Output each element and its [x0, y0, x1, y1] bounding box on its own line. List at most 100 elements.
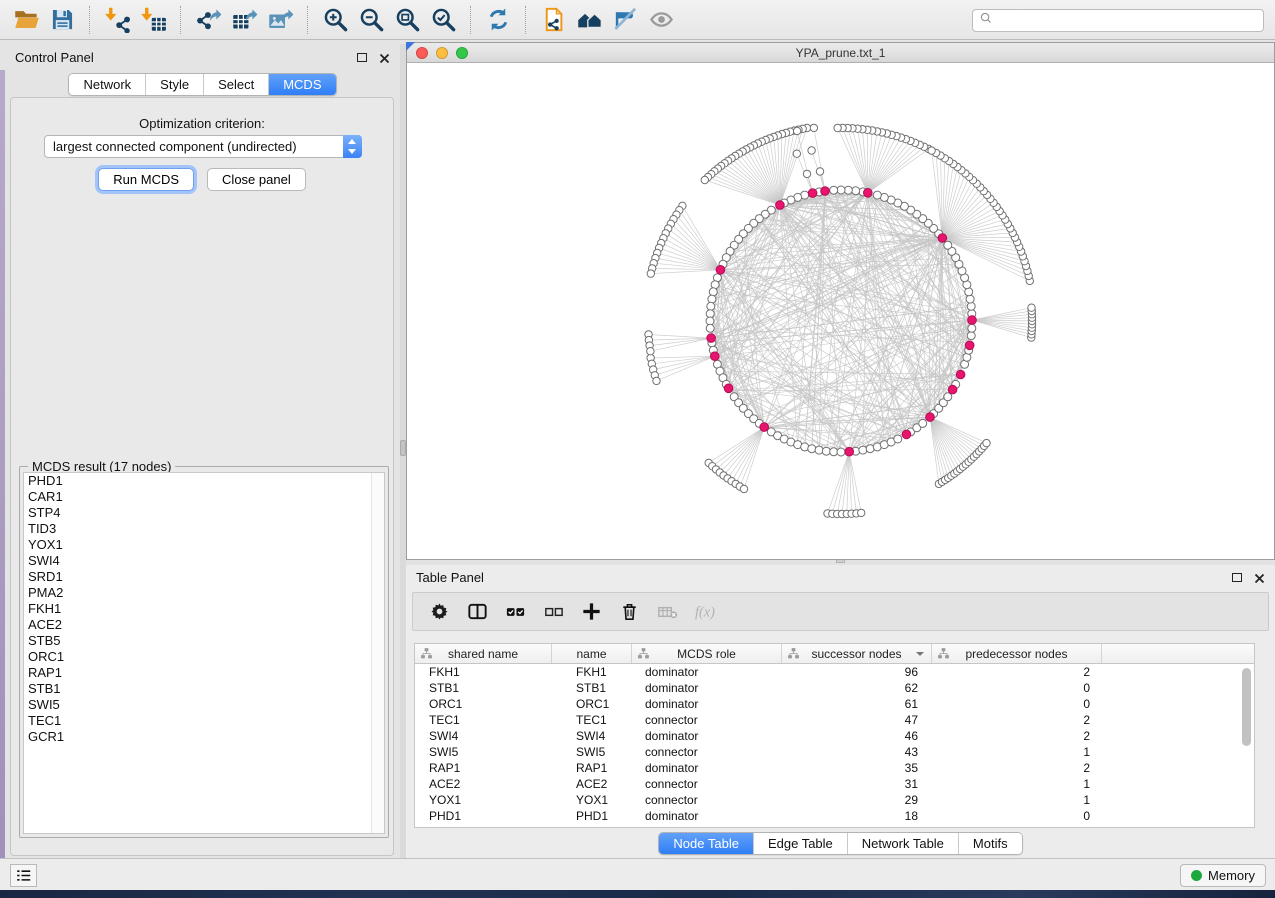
share-document-icon[interactable]	[535, 3, 571, 37]
network-node[interactable]	[944, 241, 952, 249]
list-item[interactable]: SWI5	[24, 697, 384, 713]
column-header-successor-nodes[interactable]: successor nodes	[782, 644, 932, 663]
export-network-icon[interactable]	[190, 3, 226, 37]
hide-labels-icon[interactable]	[607, 3, 643, 37]
refresh-layout-icon[interactable]	[480, 3, 516, 37]
select-all-icon[interactable]	[503, 600, 527, 624]
mcds-result-list[interactable]: PHD1CAR1STP4TID3YOX1SWI4SRD1PMA2FKH1ACE2…	[23, 472, 385, 834]
network-graph[interactable]	[407, 63, 1274, 559]
network-node[interactable]	[968, 324, 976, 332]
zoom-selected-icon[interactable]	[425, 3, 461, 37]
deselect-all-icon[interactable]	[541, 600, 565, 624]
list-item[interactable]: PMA2	[24, 585, 384, 601]
network-node[interactable]	[944, 393, 952, 401]
network-node[interactable]	[967, 332, 975, 340]
network-node[interactable]	[837, 448, 845, 456]
task-history-button[interactable]	[10, 864, 37, 887]
network-node[interactable]	[822, 447, 830, 455]
mcds-node[interactable]	[968, 316, 977, 325]
network-node[interactable]	[706, 310, 714, 318]
import-network-icon[interactable]	[99, 3, 135, 37]
network-node[interactable]	[707, 302, 715, 310]
zoom-in-icon[interactable]	[317, 3, 353, 37]
list-item[interactable]: ACE2	[24, 617, 384, 633]
list-item[interactable]: STP4	[24, 505, 384, 521]
add-entry-icon[interactable]	[579, 600, 603, 624]
zoom-out-icon[interactable]	[353, 3, 389, 37]
network-node[interactable]	[808, 147, 815, 154]
network-node[interactable]	[928, 147, 935, 154]
network-node[interactable]	[859, 446, 867, 454]
tab-edge-table[interactable]: Edge Table	[753, 833, 847, 854]
mcds-node[interactable]	[965, 341, 974, 350]
float-panel-icon[interactable]	[1232, 573, 1242, 582]
table-options-gear-icon[interactable]	[427, 600, 451, 624]
network-node[interactable]	[967, 302, 975, 310]
network-node[interactable]	[837, 186, 845, 194]
scrollbar-thumb[interactable]	[1242, 668, 1251, 746]
list-item[interactable]: FKH1	[24, 601, 384, 617]
show-graphics-details-icon[interactable]	[643, 3, 679, 37]
network-node[interactable]	[873, 191, 881, 199]
delete-entry-icon[interactable]	[617, 600, 641, 624]
run-mcds-button[interactable]: Run MCDS	[98, 168, 194, 191]
mcds-node[interactable]	[821, 187, 830, 196]
mcds-node[interactable]	[845, 447, 854, 456]
mcds-node[interactable]	[711, 352, 720, 361]
save-session-icon[interactable]	[44, 3, 80, 37]
network-node[interactable]	[983, 439, 990, 446]
network-node[interactable]	[810, 124, 817, 131]
network-window-titlebar[interactable]: YPA_prune.txt_1	[407, 43, 1274, 63]
table-scrollbar[interactable]	[1240, 665, 1253, 826]
table-row[interactable]: FKH1FKH1dominator962	[415, 664, 1254, 680]
search-input[interactable]	[995, 14, 1263, 28]
tab-node-table[interactable]: Node Table	[659, 833, 753, 854]
mcds-node[interactable]	[902, 430, 911, 439]
table-row[interactable]: YOX1YOX1connector291	[415, 792, 1254, 808]
mcds-node[interactable]	[716, 266, 725, 275]
network-node[interactable]	[701, 176, 708, 183]
network-node[interactable]	[647, 348, 654, 355]
home-view-icon[interactable]	[571, 3, 607, 37]
memory-button[interactable]: Memory	[1180, 864, 1266, 887]
network-node[interactable]	[709, 288, 717, 296]
mcds-node[interactable]	[724, 384, 733, 393]
tab-network[interactable]: Network	[69, 74, 145, 95]
mcds-node[interactable]	[938, 234, 947, 243]
list-item[interactable]: YOX1	[24, 537, 384, 553]
close-window-icon[interactable]	[416, 47, 428, 59]
network-node[interactable]	[793, 150, 800, 157]
table-row[interactable]: SWI5SWI5connector431	[415, 744, 1254, 760]
list-item[interactable]: GCR1	[24, 729, 384, 745]
maximize-window-icon[interactable]	[456, 47, 468, 59]
network-node[interactable]	[793, 127, 800, 134]
network-node[interactable]	[858, 509, 865, 516]
tab-mcds[interactable]: MCDS	[268, 74, 335, 95]
network-node[interactable]	[647, 270, 654, 277]
sort-descending-icon[interactable]	[916, 652, 924, 656]
list-item[interactable]: STB1	[24, 681, 384, 697]
close-panel-button[interactable]: Close panel	[207, 168, 306, 191]
network-node[interactable]	[844, 186, 852, 194]
network-node[interactable]	[706, 317, 714, 325]
mcds-node[interactable]	[956, 370, 965, 379]
list-item[interactable]: PHD1	[24, 473, 384, 489]
list-item[interactable]: SWI4	[24, 553, 384, 569]
tab-motifs[interactable]: Motifs	[958, 833, 1022, 854]
network-node[interactable]	[816, 168, 823, 175]
table-row[interactable]: SWI4SWI4dominator462	[415, 728, 1254, 744]
list-item[interactable]: TID3	[24, 521, 384, 537]
zoom-fit-icon[interactable]	[389, 3, 425, 37]
list-item[interactable]: SRD1	[24, 569, 384, 585]
export-table-icon[interactable]	[226, 3, 262, 37]
float-panel-icon[interactable]	[357, 53, 367, 62]
tab-select[interactable]: Select	[203, 74, 268, 95]
criterion-dropdown[interactable]: largest connected component (undirected)	[44, 135, 362, 158]
export-image-icon[interactable]	[262, 3, 298, 37]
list-item[interactable]: RAP1	[24, 665, 384, 681]
network-node[interactable]	[653, 377, 660, 384]
show-columns-icon[interactable]	[465, 600, 489, 624]
network-node[interactable]	[803, 170, 810, 177]
table-row[interactable]: TEC1TEC1connector472	[415, 712, 1254, 728]
column-header-predecessor-nodes[interactable]: predecessor nodes	[932, 644, 1102, 663]
